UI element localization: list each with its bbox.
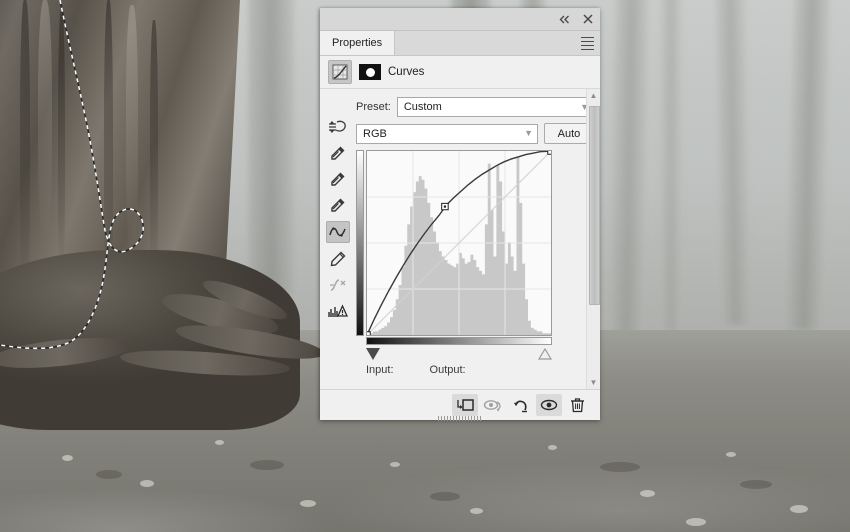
properties-panel: Properties Curves Preset: Custom ▼ RGB ▼… (320, 8, 600, 421)
floor-detail (640, 490, 655, 497)
scrollbar-track[interactable] (587, 102, 600, 376)
close-icon[interactable] (581, 13, 594, 26)
black-point-eyedropper-icon[interactable] (327, 143, 349, 163)
blackpoint-whitepoint-sliders (366, 348, 552, 362)
panel-scrollbar[interactable]: ▲ ▼ (586, 89, 600, 389)
collapse-icon[interactable] (558, 13, 571, 26)
input-output-row: Input: Output: (366, 364, 556, 376)
panel-tabstrip: Properties (320, 31, 600, 56)
panel-body: Preset: Custom ▼ RGB ▼ Auto Input: Outpu… (320, 89, 600, 389)
delete-adjustment-icon[interactable] (564, 394, 590, 416)
preset-value: Custom (403, 101, 442, 113)
panel-titlebar (320, 8, 600, 31)
floor-detail (726, 452, 736, 457)
tab-properties[interactable]: Properties (320, 31, 396, 55)
distant-tree-4 (660, 0, 682, 330)
edit-points-curve-icon[interactable] (326, 221, 350, 243)
pencil-draw-curve-icon[interactable] (327, 249, 349, 269)
curves-graph[interactable] (366, 150, 552, 336)
floor-detail (250, 460, 284, 470)
hamburger-menu-icon[interactable] (581, 36, 595, 51)
tab-properties-label: Properties (332, 37, 383, 49)
adjustment-header: Curves (320, 56, 600, 89)
preset-row: Preset: Custom ▼ (356, 97, 594, 117)
floor-detail (686, 518, 706, 526)
layer-mask-thumbnail[interactable] (359, 64, 381, 80)
curves-adjustment-icon[interactable] (328, 60, 352, 84)
channel-dropdown[interactable]: RGB ▼ (356, 123, 538, 144)
black-point-slider[interactable] (366, 348, 380, 360)
preview-previous-state-icon[interactable] (480, 394, 506, 416)
clip-to-layer-icon[interactable] (452, 394, 478, 416)
white-point-slider[interactable] (538, 348, 552, 360)
floor-detail (390, 462, 400, 467)
bark-texture (38, 0, 52, 240)
panel-bottom-toolbar (320, 389, 600, 421)
scrollbar-thumb[interactable] (589, 106, 600, 306)
floor-detail (96, 470, 122, 479)
page-title: Curves (388, 66, 425, 78)
chevron-down-icon: ▼ (524, 128, 533, 138)
white-point-eyedropper-icon[interactable] (327, 195, 349, 215)
scroll-down-icon[interactable]: ▼ (587, 376, 600, 389)
floor-detail (430, 492, 460, 501)
curve-control-point-selected (443, 205, 447, 208)
bark-texture (20, 0, 30, 300)
input-gradient-ramp (366, 337, 552, 345)
floor-detail (140, 480, 154, 487)
toggle-layer-visibility-icon[interactable] (536, 394, 562, 416)
curves-graph-area: Input: Output: (356, 150, 594, 382)
target-adjustment-tool-icon[interactable] (327, 117, 349, 137)
output-gradient-ramp (356, 150, 364, 336)
floor-detail (300, 500, 316, 507)
mask-shape (365, 67, 375, 77)
panel-resize-grip[interactable] (438, 416, 482, 421)
scroll-up-icon[interactable]: ▲ (587, 89, 600, 102)
bark-texture (58, 10, 65, 290)
photoshop-canvas: Properties Curves Preset: Custom ▼ RGB ▼… (0, 0, 850, 532)
channel-value: RGB (363, 127, 387, 140)
curve-plot[interactable] (367, 151, 551, 335)
preset-label: Preset: (356, 101, 391, 113)
reset-adjustment-icon[interactable] (508, 394, 534, 416)
curve-control-point[interactable] (548, 151, 551, 154)
histogram-clipping-warning-icon[interactable] (327, 301, 349, 321)
floor-detail (600, 462, 640, 472)
floor-detail (740, 480, 772, 489)
bark-texture (126, 5, 138, 255)
channel-row: RGB ▼ Auto (356, 123, 594, 144)
input-label: Input: (366, 364, 394, 376)
output-label: Output: (429, 364, 466, 376)
distant-tree-5 (715, 0, 751, 325)
preset-dropdown[interactable]: Custom ▼ (396, 97, 594, 117)
floor-detail (62, 455, 73, 461)
gray-point-eyedropper-icon[interactable] (327, 169, 349, 189)
distant-tree-7 (248, 0, 294, 295)
distant-tree-3 (609, 0, 649, 335)
smooth-curve-icon[interactable] (327, 275, 349, 295)
floor-detail (548, 445, 557, 450)
floor-detail (470, 508, 483, 514)
curves-toolbar (320, 89, 356, 389)
curves-controls: Preset: Custom ▼ RGB ▼ Auto Input: Outpu… (356, 89, 600, 389)
curve-control-point[interactable] (367, 332, 370, 335)
auto-button-label: Auto (557, 127, 581, 140)
floor-detail (790, 505, 808, 513)
floor-detail (215, 440, 224, 445)
